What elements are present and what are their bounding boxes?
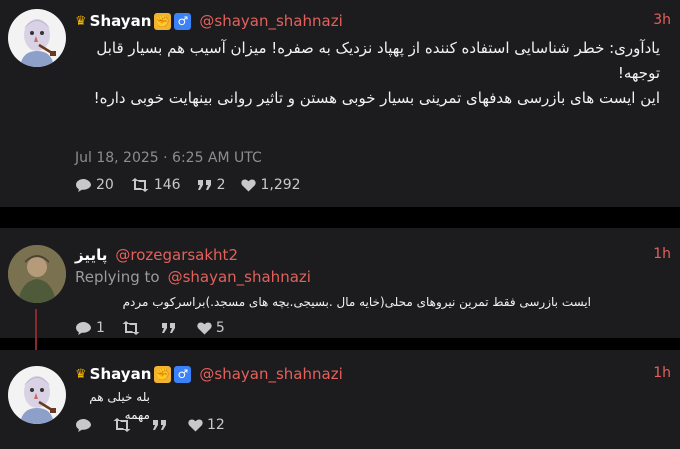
like-count: 1,292 (260, 177, 301, 193)
reply-button[interactable] (75, 418, 96, 433)
tweet-main: ♛ Shayan ✊ ♂ @shayan_shahnazi 3h یادآوری… (0, 0, 680, 207)
tweet-text: یادآوری: خطر شناسایی استفاده کننده از په… (72, 36, 660, 111)
tweet-time[interactable]: 3h (653, 12, 671, 28)
reply-count: 20 (96, 177, 114, 193)
tweet-text-line: یادآوری: خطر شناسایی استفاده کننده از په… (96, 39, 660, 82)
avatar[interactable] (8, 366, 66, 424)
tweet-text: ایست بازرسی فقط تمرین نیروهای محلی(خایه … (122, 295, 591, 309)
tweet-date[interactable]: Jul 18, 2025 · 6:25 AM UTC (75, 150, 262, 166)
tweet-header: پاییز @rozegarsakht2 (75, 246, 238, 264)
comment-icon (76, 321, 91, 335)
like-count: 5 (215, 320, 225, 336)
crown-icon: ♛ (75, 13, 87, 29)
quote-icon (161, 323, 175, 333)
replying-label: Replying to (75, 268, 160, 286)
reply-button[interactable]: 1 (75, 320, 105, 336)
retweet-button[interactable] (112, 418, 136, 432)
display-name[interactable]: Shayan (90, 12, 152, 30)
user-handle[interactable]: @shayan_shahnazi (199, 365, 342, 383)
quote-button[interactable] (152, 419, 172, 431)
like-count: 12 (207, 417, 225, 433)
tweet-stats: 12 (75, 417, 241, 433)
like-button[interactable]: 5 (197, 320, 225, 336)
display-name[interactable]: Shayan (90, 365, 152, 383)
tweet-reply: پاییز @rozegarsakht2 1h Replying to @sha… (0, 228, 680, 338)
heart-icon (197, 321, 212, 334)
tweet-text-line: این ایست های بازرسی هدفهای تمرینی بسیار … (93, 89, 660, 107)
tweet-header: ♛ Shayan ✊ ♂ @shayan_shahnazi (75, 365, 343, 383)
quote-button[interactable]: 2 (197, 177, 226, 193)
avatar[interactable] (8, 245, 66, 303)
quote-button[interactable] (161, 322, 181, 334)
heart-icon (241, 178, 257, 191)
heart-icon (188, 418, 203, 431)
quote-count: 2 (216, 177, 226, 193)
like-button[interactable]: 12 (188, 417, 225, 433)
thread-connector-line (35, 309, 37, 354)
tweet-self-reply: ♛ Shayan ✊ ♂ @shayan_shahnazi 1h بله خیل… (0, 350, 680, 449)
comment-icon (76, 178, 91, 192)
crown-icon: ♛ (75, 366, 87, 382)
avatar[interactable] (8, 9, 66, 67)
retweet-button[interactable]: 146 (130, 177, 181, 193)
reply-button[interactable]: 20 (75, 177, 114, 193)
user-handle[interactable]: @shayan_shahnazi (199, 12, 342, 30)
tweet-time[interactable]: 1h (653, 246, 671, 262)
fist-icon: ✊ (154, 12, 172, 30)
user-handle[interactable]: @rozegarsakht2 (115, 246, 238, 264)
tweet-header: ♛ Shayan ✊ ♂ @shayan_shahnazi (75, 12, 343, 30)
reply-count: 1 (96, 320, 105, 336)
replying-handle[interactable]: @shayan_shahnazi (168, 268, 311, 286)
retweet-icon (131, 178, 149, 192)
tweet-stats: 20 146 2 1,292 (75, 177, 317, 193)
tweet-time[interactable]: 1h (653, 365, 671, 381)
fist-icon: ✊ (154, 365, 172, 383)
like-button[interactable]: 1,292 (241, 177, 301, 193)
male-sign-icon: ♂ (174, 12, 192, 30)
male-sign-icon: ♂ (174, 365, 192, 383)
retweet-button[interactable] (121, 321, 145, 335)
comment-icon (76, 418, 91, 432)
tweet-stats: 1 5 (75, 320, 241, 336)
display-name[interactable]: پاییز (75, 246, 107, 264)
quote-icon (197, 180, 211, 190)
retweet-icon (113, 418, 131, 432)
quote-icon (153, 420, 166, 430)
retweet-count: 146 (153, 177, 181, 193)
retweet-icon (122, 321, 140, 335)
replying-to: Replying to @shayan_shahnazi (75, 268, 311, 286)
